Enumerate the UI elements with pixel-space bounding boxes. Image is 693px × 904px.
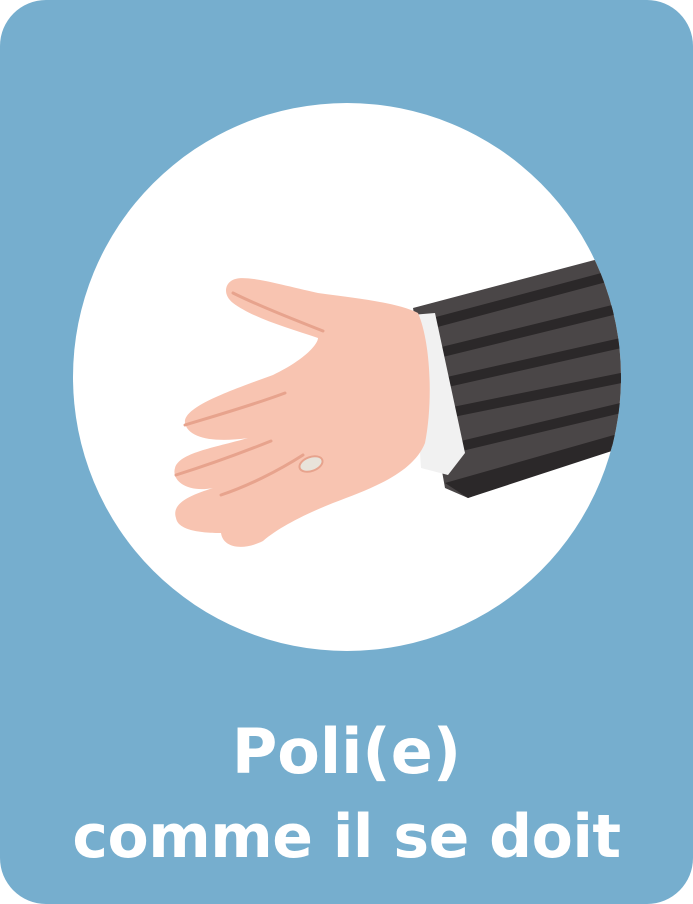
- politeness-card: Poli(e) comme il se doit: [0, 0, 693, 904]
- handshake-offer-hand-icon: [174, 253, 621, 547]
- caption-subtitle: comme il se doit: [72, 802, 621, 872]
- hand: [174, 278, 430, 547]
- illustration-circle: [73, 103, 621, 651]
- caption-title: Poli(e): [231, 715, 462, 788]
- hand-shape: [174, 278, 430, 547]
